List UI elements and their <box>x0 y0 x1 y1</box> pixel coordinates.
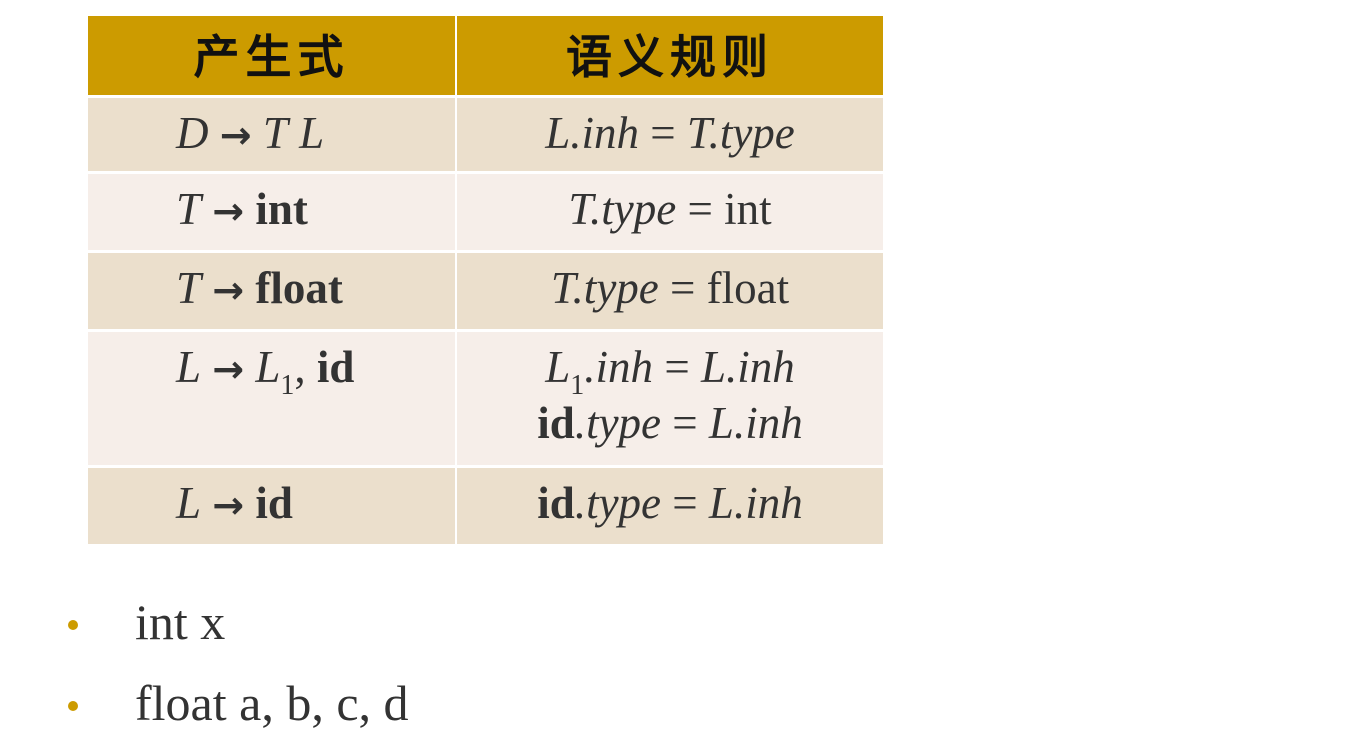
production-cell: L → id <box>88 466 457 547</box>
sdd-table: 产生式 语义规则 D → T L L.inh = T.type T → int <box>88 16 883 547</box>
production-keyword: float <box>255 263 343 313</box>
rule-lhs-base: L <box>545 342 571 392</box>
arrow-icon: → <box>212 189 245 233</box>
semantic-rule-cell: L.inh = T.type <box>456 96 883 174</box>
rule-lhs-attr: .inh <box>584 342 654 392</box>
table-row: L → L1, id L1.inh = L.inh id.type = L.in… <box>88 330 883 468</box>
rule-lhs: T.type <box>550 263 659 313</box>
rule-equals: = <box>687 184 713 234</box>
example-text: int x <box>135 594 226 650</box>
rule-line: id.type = L.inh <box>457 395 883 451</box>
production-keyword: id <box>255 478 293 528</box>
rule-rhs: L.inh <box>708 398 803 448</box>
example-text: float a, b, c, d <box>135 675 409 731</box>
production-cell: T → int <box>88 172 457 253</box>
comma: , <box>294 342 306 392</box>
rule-rhs: T.type <box>686 108 795 158</box>
production-lhs: L <box>176 342 202 392</box>
rule-rhs: L.inh <box>708 478 803 528</box>
table-header-row: 产生式 语义规则 <box>88 16 883 98</box>
rule-rhs: int <box>724 184 772 234</box>
production-cell: D → T L <box>88 96 457 174</box>
rule-rhs: float <box>706 263 790 313</box>
subscript: 1 <box>280 370 295 401</box>
rule-equals: = <box>650 108 676 158</box>
production-keyword: int <box>255 184 308 234</box>
rule-lhs: T.type <box>568 184 677 234</box>
production-lhs: L <box>176 478 202 528</box>
rule-lhs-keyword: id <box>537 398 575 448</box>
production-lhs: T <box>176 263 202 313</box>
table-row: T → int T.type = int <box>88 172 883 253</box>
semantic-rule-cell: T.type = float <box>456 251 883 332</box>
rule-rhs: L.inh <box>700 342 795 392</box>
bullet-icon <box>68 620 78 630</box>
rule-equals: = <box>670 263 696 313</box>
rule-lhs-attr: .type <box>574 398 662 448</box>
arrow-icon: → <box>212 347 245 391</box>
header-semantic-rule: 语义规则 <box>456 16 883 98</box>
production-cell: T → float <box>88 251 457 332</box>
rule-equals: = <box>672 398 698 448</box>
semantic-rule-cell: T.type = int <box>456 172 883 253</box>
table-row: D → T L L.inh = T.type <box>88 96 883 174</box>
rule-line: L1.inh = L.inh <box>457 339 883 400</box>
arrow-icon: → <box>212 268 245 312</box>
production-cell: L → L1, id <box>88 330 457 468</box>
arrow-icon: → <box>219 113 252 157</box>
header-production: 产生式 <box>88 16 457 98</box>
table-row: T → float T.type = float <box>88 251 883 332</box>
subscript: 1 <box>570 370 585 401</box>
production-symbol: L <box>299 108 325 158</box>
rule-lhs: L.inh <box>545 108 639 158</box>
arrow-icon: → <box>212 483 245 527</box>
list-item: float a, b, c, d <box>0 671 409 752</box>
rule-lhs-attr: .type <box>574 478 662 528</box>
rule-equals: = <box>672 478 698 528</box>
table-row: L → id id.type = L.inh <box>88 466 883 547</box>
example-list: int x float a, b, c, d <box>0 590 409 752</box>
production-symbol: L <box>255 342 281 392</box>
production-lhs: D <box>176 108 209 158</box>
production-keyword: id <box>316 342 355 392</box>
rule-lhs-keyword: id <box>537 478 575 528</box>
bullet-icon <box>68 701 78 711</box>
list-item: int x <box>0 590 409 671</box>
rule-equals: = <box>664 342 690 392</box>
production-symbol: T <box>262 108 288 158</box>
semantic-rule-cell: L1.inh = L.inh id.type = L.inh <box>456 330 883 468</box>
production-lhs: T <box>176 184 202 234</box>
semantic-rule-cell: id.type = L.inh <box>456 466 883 547</box>
